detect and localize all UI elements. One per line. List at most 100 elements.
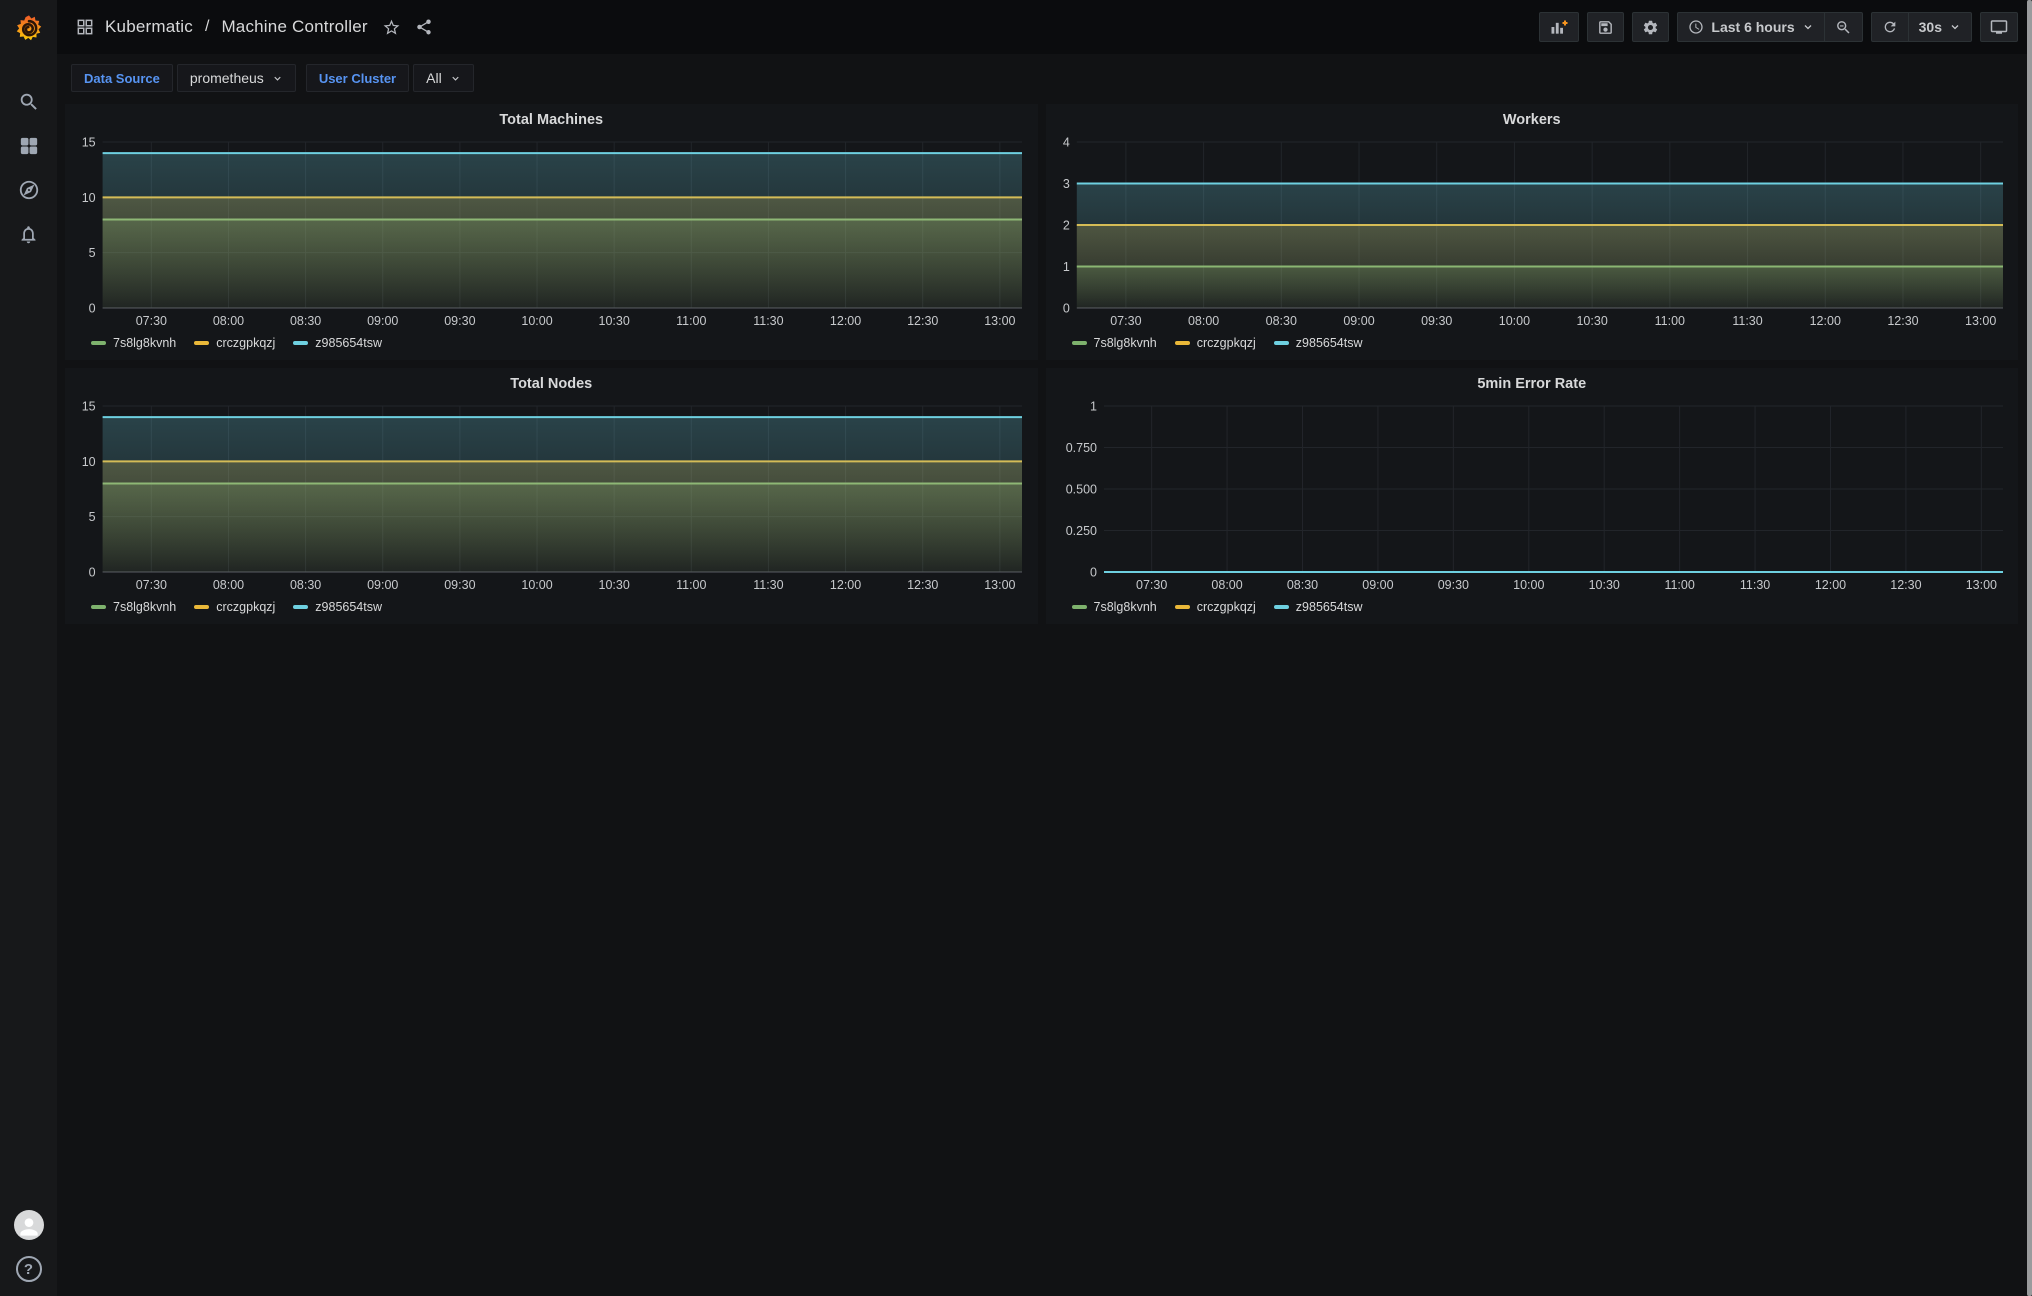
refresh-group: 30s [1870,12,1972,42]
legend-item-7s8lg8kvnh[interactable]: 7s8lg8kvnh [1071,600,1157,614]
panel-workers: Workers 07:30 08:00 08:30 09:00 09:30 10:00 10:… [1045,104,2018,360]
panel-total-nodes: Total Nodes 07:30 08:00 08:30 09:00 09:30 10:0… [65,368,1038,624]
chart-plot-area[interactable]: 07:30 08:00 08:30 09:00 09:30 10:00 10:30 11:00… [73,132,1030,332]
svg-text:12:00: 12:00 [830,314,861,328]
svg-text:12:30: 12:30 [1890,578,1921,592]
svg-text:0: 0 [1062,302,1069,316]
help-icon[interactable]: ? [15,1256,42,1282]
user-cluster-dropdown[interactable]: All [413,64,474,92]
svg-text:12:30: 12:30 [907,578,938,592]
svg-text:07:30: 07:30 [136,314,167,328]
sidebar-item-dashboards[interactable] [10,134,48,158]
chevron-down-icon [272,73,283,84]
chart-plot-area[interactable]: 07:30 08:00 08:30 09:00 09:30 10:00 10:30 11:00… [1054,396,2011,596]
avatar[interactable] [13,1210,44,1240]
panel-title[interactable]: Total Nodes [73,372,1030,396]
svg-text:1: 1 [1062,260,1069,274]
add-panel-icon [1551,20,1568,34]
chart-plot-area[interactable]: 07:30 08:00 08:30 09:00 09:30 10:00 10:30 11:00… [73,396,1030,596]
svg-text:11:00: 11:00 [1654,314,1684,328]
svg-text:09:00: 09:00 [367,314,398,328]
svg-text:09:30: 09:30 [444,314,475,328]
sidebar-item-search[interactable] [10,90,48,114]
refresh-interval-button[interactable]: 30s [1907,13,1971,41]
legend-item-7s8lg8kvnh[interactable]: 7s8lg8kvnh [91,336,176,350]
svg-text:0: 0 [89,566,96,580]
svg-text:15: 15 [82,136,96,150]
legend-series-name: z985654tsw [1295,600,1363,614]
save-dashboard-button[interactable] [1587,12,1625,42]
time-range-button[interactable]: Last 6 hours [1678,13,1823,41]
legend-series-name: z985654tsw [315,336,383,350]
tv-kiosk-icon [1990,20,2008,34]
svg-text:0: 0 [89,302,96,316]
legend-item-crczgpkqzj[interactable]: crczgpkqzj [1174,336,1256,350]
svg-text:10:00: 10:00 [1498,314,1529,328]
sidebar: ? [0,0,57,1296]
svg-text:12:00: 12:00 [1809,314,1840,328]
legend-item-z985654tsw[interactable]: z985654tsw [1273,336,1363,350]
legend-item-7s8lg8kvnh[interactable]: 7s8lg8kvnh [1071,336,1157,350]
refresh-icon [1884,21,1895,33]
chart-plot-area[interactable]: 07:30 08:00 08:30 09:00 09:30 10:00 10:30 11:00… [1054,132,2011,332]
legend-series-color [293,341,309,345]
chart-legend: 7s8lg8kvnh crczgpkqzj z985654tsw [1054,596,2011,618]
zoom-out-button[interactable] [1823,13,1862,41]
svg-text:12:30: 12:30 [1887,314,1918,328]
svg-text:08:00: 08:00 [1211,578,1242,592]
legend-item-z985654tsw[interactable]: z985654tsw [293,600,382,614]
grafana-logo[interactable] [0,0,57,56]
refresh-interval-label: 30s [1918,19,1942,35]
share-icon [416,19,431,35]
svg-text:11:30: 11:30 [1732,314,1762,328]
person-icon [19,1218,38,1236]
svg-text:11:00: 11:00 [1664,578,1694,592]
add-panel-button[interactable] [1539,12,1580,42]
variable-value-text: prometheus [189,70,264,86]
legend-series-name: 7s8lg8kvnh [113,336,177,350]
kiosk-mode-button[interactable] [1980,12,2018,42]
share-button[interactable] [415,18,433,36]
legend-item-crczgpkqzj[interactable]: crczgpkqzj [194,600,275,614]
legend-item-7s8lg8kvnh[interactable]: 7s8lg8kvnh [91,600,176,614]
svg-text:10:00: 10:00 [1513,578,1544,592]
legend-item-crczgpkqzj[interactable]: crczgpkqzj [194,336,275,350]
legend-series-color [91,341,106,345]
star-button[interactable] [382,18,401,37]
submenu: Data Source prometheus User Cluster All [57,54,2032,102]
time-picker-group: Last 6 hours [1677,12,1863,42]
page-scrollbar[interactable] [2027,0,2032,1296]
svg-text:10:30: 10:30 [599,578,630,592]
sidebar-item-explore[interactable] [10,178,48,202]
breadcrumb-separator: / [204,18,210,35]
svg-text:12:00: 12:00 [830,578,861,592]
svg-text:11:30: 11:30 [753,314,783,328]
navbar: Kubermatic / Machine Controller Last 6 h [57,0,2032,54]
legend-item-z985654tsw[interactable]: z985654tsw [1273,600,1363,614]
panel-title[interactable]: Workers [1054,108,2011,132]
breadcrumb[interactable]: Kubermatic / Machine Controller [75,17,368,37]
legend-item-z985654tsw[interactable]: z985654tsw [293,336,382,350]
sidebar-item-alerting[interactable] [10,222,48,246]
panel-5min-error-rate: 5min Error Rate 07:30 08:00 08:30 09:00 09:30… [1045,368,2018,624]
legend-series-name: 7s8lg8kvnh [113,600,177,614]
svg-text:13:00: 13:00 [1965,578,1996,592]
svg-text:08:30: 08:30 [1286,578,1317,592]
chevron-down-icon [1802,21,1814,33]
chart-legend: 7s8lg8kvnh crczgpkqzj z985654tsw [73,596,1030,618]
refresh-button[interactable] [1872,13,1908,41]
legend-series-name: crczgpkqzj [216,336,276,350]
legend-item-crczgpkqzj[interactable]: crczgpkqzj [1174,600,1256,614]
svg-text:07:30: 07:30 [1136,578,1167,592]
data-source-dropdown[interactable]: prometheus [176,64,296,92]
star-icon [383,19,400,35]
svg-text:11:00: 11:00 [676,314,706,328]
svg-text:12:30: 12:30 [907,314,938,328]
panel-title[interactable]: 5min Error Rate [1054,372,2011,396]
chart-legend: 7s8lg8kvnh crczgpkqzj z985654tsw [73,332,1030,354]
chevron-down-icon [1949,21,1961,33]
panel-title[interactable]: Total Machines [73,108,1030,132]
variable-label: Data Source [71,64,173,92]
dashboard-settings-button[interactable] [1632,12,1670,42]
breadcrumb-folder[interactable]: Kubermatic [105,17,193,37]
